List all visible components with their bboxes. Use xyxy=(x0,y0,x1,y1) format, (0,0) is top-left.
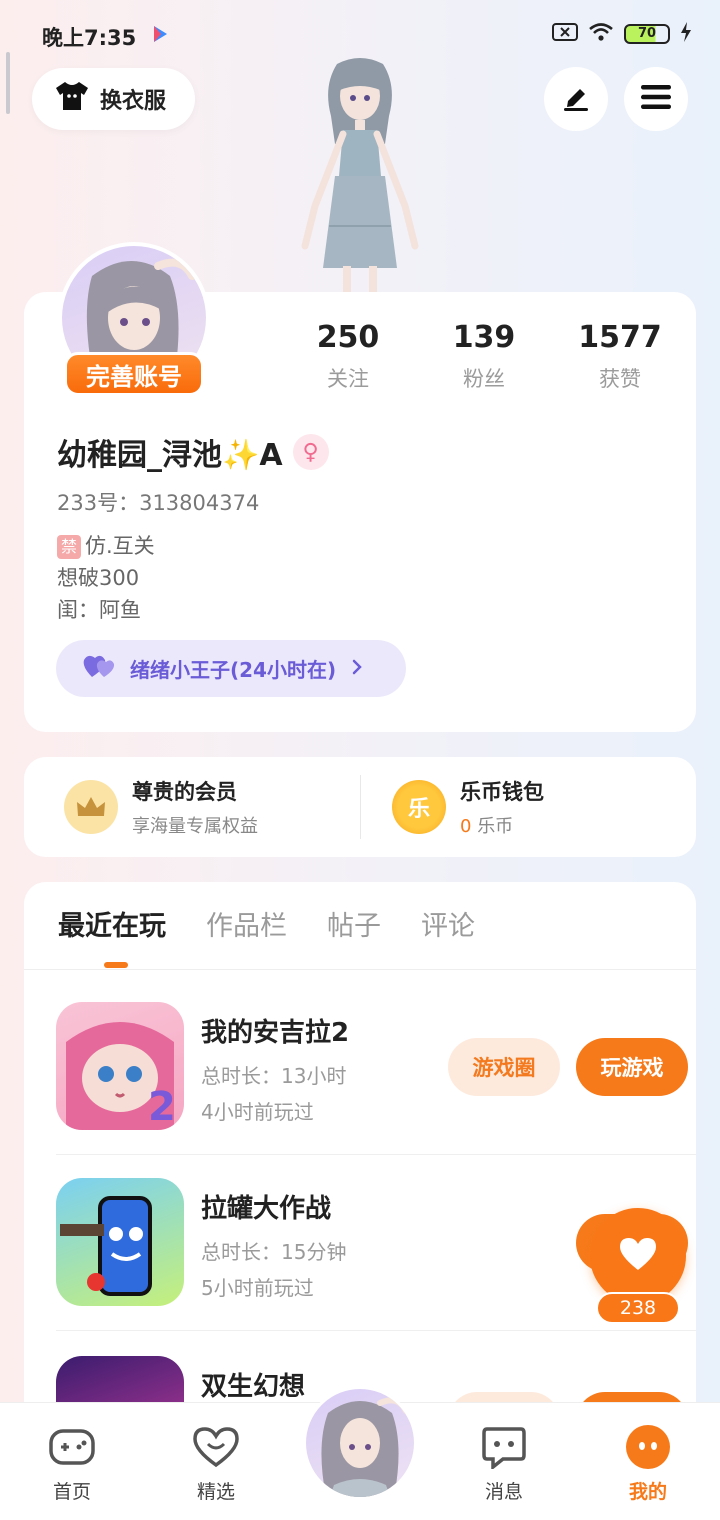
nav-center-avatar-button[interactable] xyxy=(303,1386,417,1500)
heart-icon xyxy=(618,1236,658,1276)
heart-outline-icon xyxy=(192,1423,240,1471)
game-last-played: 5小时前玩过 xyxy=(201,1276,314,1300)
nav-messages[interactable]: 消息 xyxy=(454,1423,554,1504)
stat-likes-label: 获赞 xyxy=(599,367,641,391)
wifi-icon xyxy=(588,22,614,46)
nav-home[interactable]: 首页 xyxy=(22,1423,122,1504)
nav-messages-label: 消息 xyxy=(484,1481,523,1503)
menu-button[interactable] xyxy=(624,67,688,131)
nav-featured[interactable]: 精选 xyxy=(166,1423,266,1504)
fan-group-label: 绪绪小王子(24小时在) xyxy=(130,658,337,682)
game-icon-can-battle xyxy=(56,1178,184,1306)
stat-followers-label: 粉丝 xyxy=(463,367,505,391)
fan-group-pill[interactable]: 绪绪小王子(24小时在) xyxy=(56,640,406,697)
content-tabs: 最近在玩 作品栏 帖子 评论 xyxy=(58,904,475,943)
wallet-title: 乐币钱包 xyxy=(460,780,544,804)
nav-me-label: 我的 xyxy=(628,1481,667,1503)
wallet-entry[interactable]: 乐 乐币钱包 0 乐币 xyxy=(392,757,544,857)
tabs-divider xyxy=(24,969,696,970)
crown-icon xyxy=(64,780,118,834)
user-id[interactable]: 233号：313804374 xyxy=(57,487,259,517)
bio-line-1: 仿.互关 xyxy=(85,534,155,558)
chevron-right-icon xyxy=(350,657,364,681)
charging-icon xyxy=(680,22,692,46)
game-icon-angela: 2 xyxy=(56,1002,184,1130)
stat-following[interactable]: 250 关注 xyxy=(288,320,408,393)
stat-following-label: 关注 xyxy=(327,367,369,391)
pencil-icon xyxy=(560,81,592,117)
purple-heart-icon xyxy=(82,653,116,684)
sim-off-icon xyxy=(552,22,578,46)
nav-featured-label: 精选 xyxy=(196,1481,235,1503)
game-name: 双生幻想 xyxy=(201,1372,306,1402)
svg-text:2: 2 xyxy=(148,1084,176,1130)
female-gender-icon: ♀ xyxy=(292,434,329,470)
edit-profile-button[interactable] xyxy=(544,67,608,131)
game-last-played: 4小时前玩过 xyxy=(201,1100,314,1124)
play-game-button[interactable]: 玩游戏 xyxy=(576,1038,688,1096)
tab-comments[interactable]: 评论 xyxy=(421,904,475,943)
stat-likes-count: 1577 xyxy=(578,320,662,355)
vip-divider xyxy=(360,775,361,839)
coin-icon: 乐 xyxy=(392,780,446,834)
game-duration: 总时长：13小时 xyxy=(201,1064,347,1088)
wallet-amount: 0 xyxy=(460,816,472,837)
username: 幼稚园_浔池✨A xyxy=(57,438,283,473)
bio: 禁仿.互关 想破300 闺：阿鱼 xyxy=(57,530,155,626)
game-name: 拉罐大作战 xyxy=(201,1194,332,1224)
bio-line-3: 闺：阿鱼 xyxy=(57,598,141,622)
tab-indicator xyxy=(104,962,128,968)
vip-member-entry[interactable]: 尊贵的会员 享海量专属权益 xyxy=(64,757,258,857)
stat-following-count: 250 xyxy=(316,320,380,355)
nav-me[interactable]: 我的 xyxy=(598,1423,698,1504)
stat-likes[interactable]: 1577 获赞 xyxy=(560,320,680,393)
play-store-icon xyxy=(150,24,170,44)
battery-indicator: 70 xyxy=(624,24,670,44)
tab-posts[interactable]: 帖子 xyxy=(327,904,381,943)
status-icons: 70 xyxy=(552,22,692,46)
edge-handle[interactable] xyxy=(6,52,10,114)
tab-works[interactable]: 作品栏 xyxy=(206,904,287,943)
username-row: 幼稚园_浔池✨A ♀ xyxy=(57,430,329,474)
bio-line-2: 想破300 xyxy=(57,566,140,590)
avatar-character-figure[interactable] xyxy=(285,56,435,292)
chat-bubble-icon xyxy=(480,1423,528,1471)
ban-tag-icon: 禁 xyxy=(57,535,81,559)
vip-member-subtitle: 享海量专属权益 xyxy=(132,816,258,837)
status-time: 晚上7:35 xyxy=(42,26,137,50)
game-circle-button[interactable]: 游戏圈 xyxy=(448,1038,560,1096)
nav-home-label: 首页 xyxy=(52,1481,91,1503)
wallet-balance: 0 乐币 xyxy=(460,812,544,838)
row-divider xyxy=(56,1154,696,1155)
coin-icon-text: 乐 xyxy=(407,797,430,822)
menu-icon xyxy=(640,83,672,115)
vip-wallet-card: 尊贵的会员 享海量专属权益 乐 乐币钱包 0 乐币 xyxy=(24,757,696,857)
me-face-icon xyxy=(624,1423,672,1471)
game-row[interactable]: 拉罐大作战 总时长：15分钟 5小时前玩过 玩游戏 xyxy=(56,1178,688,1308)
vip-member-title: 尊贵的会员 xyxy=(132,780,237,804)
change-outfit-label: 换衣服 xyxy=(100,89,167,114)
wallet-unit: 乐币 xyxy=(477,816,514,837)
complete-account-badge[interactable]: 完善账号 xyxy=(64,352,204,396)
row-divider xyxy=(56,1330,696,1331)
stat-followers-count: 139 xyxy=(452,320,516,355)
like-button[interactable] xyxy=(590,1208,686,1304)
like-count-badge: 238 xyxy=(596,1292,680,1324)
gamepad-icon xyxy=(48,1423,96,1471)
stat-followers[interactable]: 139 粉丝 xyxy=(424,320,544,393)
change-outfit-button[interactable]: 换衣服 xyxy=(32,68,195,130)
shirt-icon xyxy=(54,80,90,118)
tab-recently-played[interactable]: 最近在玩 xyxy=(58,904,166,943)
game-duration: 总时长：15分钟 xyxy=(201,1240,347,1264)
game-name: 我的安吉拉2 xyxy=(201,1018,350,1048)
game-row[interactable]: 2 我的安吉拉2 总时长：13小时 4小时前玩过 游戏圈 玩游戏 xyxy=(56,1002,688,1132)
